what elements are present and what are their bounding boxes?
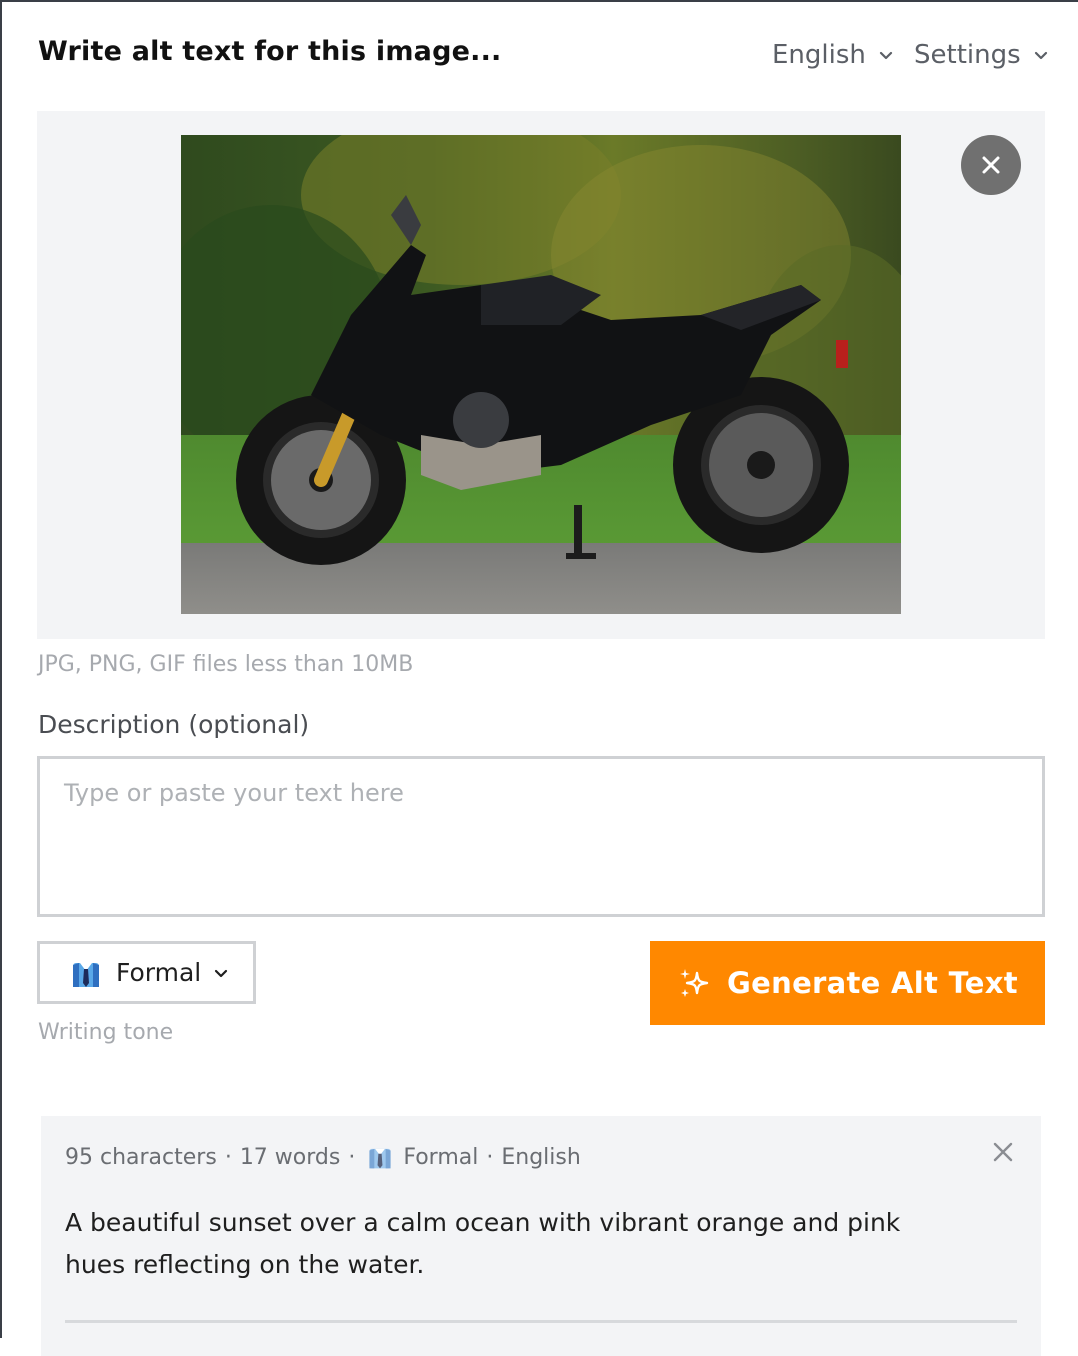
generate-alt-text-button[interactable]: Generate Alt Text: [650, 941, 1045, 1025]
meta-separator: ·: [486, 1144, 494, 1170]
necktie-shirt-icon: [73, 962, 99, 987]
meta-separator: ·: [348, 1144, 356, 1170]
word-count: 17 words: [239, 1144, 341, 1170]
language-dropdown-label: English: [772, 40, 866, 70]
result-language: English: [501, 1144, 581, 1170]
window-border-left: [0, 0, 2, 1338]
chevron-down-icon: [1034, 51, 1047, 60]
language-dropdown[interactable]: English: [772, 40, 894, 70]
necktie-shirt-icon: [369, 1148, 391, 1169]
meta-separator: ·: [224, 1144, 232, 1170]
generate-alt-text-label: Generate Alt Text: [727, 966, 1018, 1000]
generated-alt-text: A beautiful sunset over a calm ocean wit…: [65, 1208, 901, 1279]
result-card: 95 characters · 17 words · Formal · Engl…: [41, 1116, 1041, 1356]
writing-tone-dropdown[interactable]: Formal: [37, 941, 256, 1004]
window-border-top: [0, 0, 1078, 2]
file-type-hint: JPG, PNG, GIF files less than 10MB: [38, 652, 414, 677]
result-meta: 95 characters · 17 words · Formal · Engl…: [65, 1144, 581, 1170]
result-tone: Formal: [403, 1144, 479, 1170]
writing-tone-label: Writing tone: [38, 1020, 174, 1045]
page-title: Write alt text for this image...: [38, 36, 502, 67]
remove-image-button[interactable]: [961, 135, 1021, 195]
writing-tone-value: Formal: [116, 958, 202, 987]
settings-dropdown[interactable]: Settings: [914, 40, 1049, 70]
sparkles-icon: [680, 969, 709, 997]
description-field-container: [37, 756, 1045, 917]
chevron-down-icon: [879, 51, 892, 60]
description-label: Description (optional): [38, 710, 310, 739]
uploaded-image-motorcycle: [181, 135, 901, 614]
dismiss-result-icon[interactable]: [991, 1140, 1015, 1164]
settings-dropdown-label: Settings: [914, 40, 1021, 70]
character-count: 95 characters: [65, 1144, 217, 1170]
image-preview-panel: [37, 111, 1045, 639]
description-input[interactable]: [40, 759, 1042, 914]
close-icon: [982, 156, 1000, 174]
chevron-down-icon: [215, 969, 228, 977]
divider: [65, 1320, 1017, 1323]
